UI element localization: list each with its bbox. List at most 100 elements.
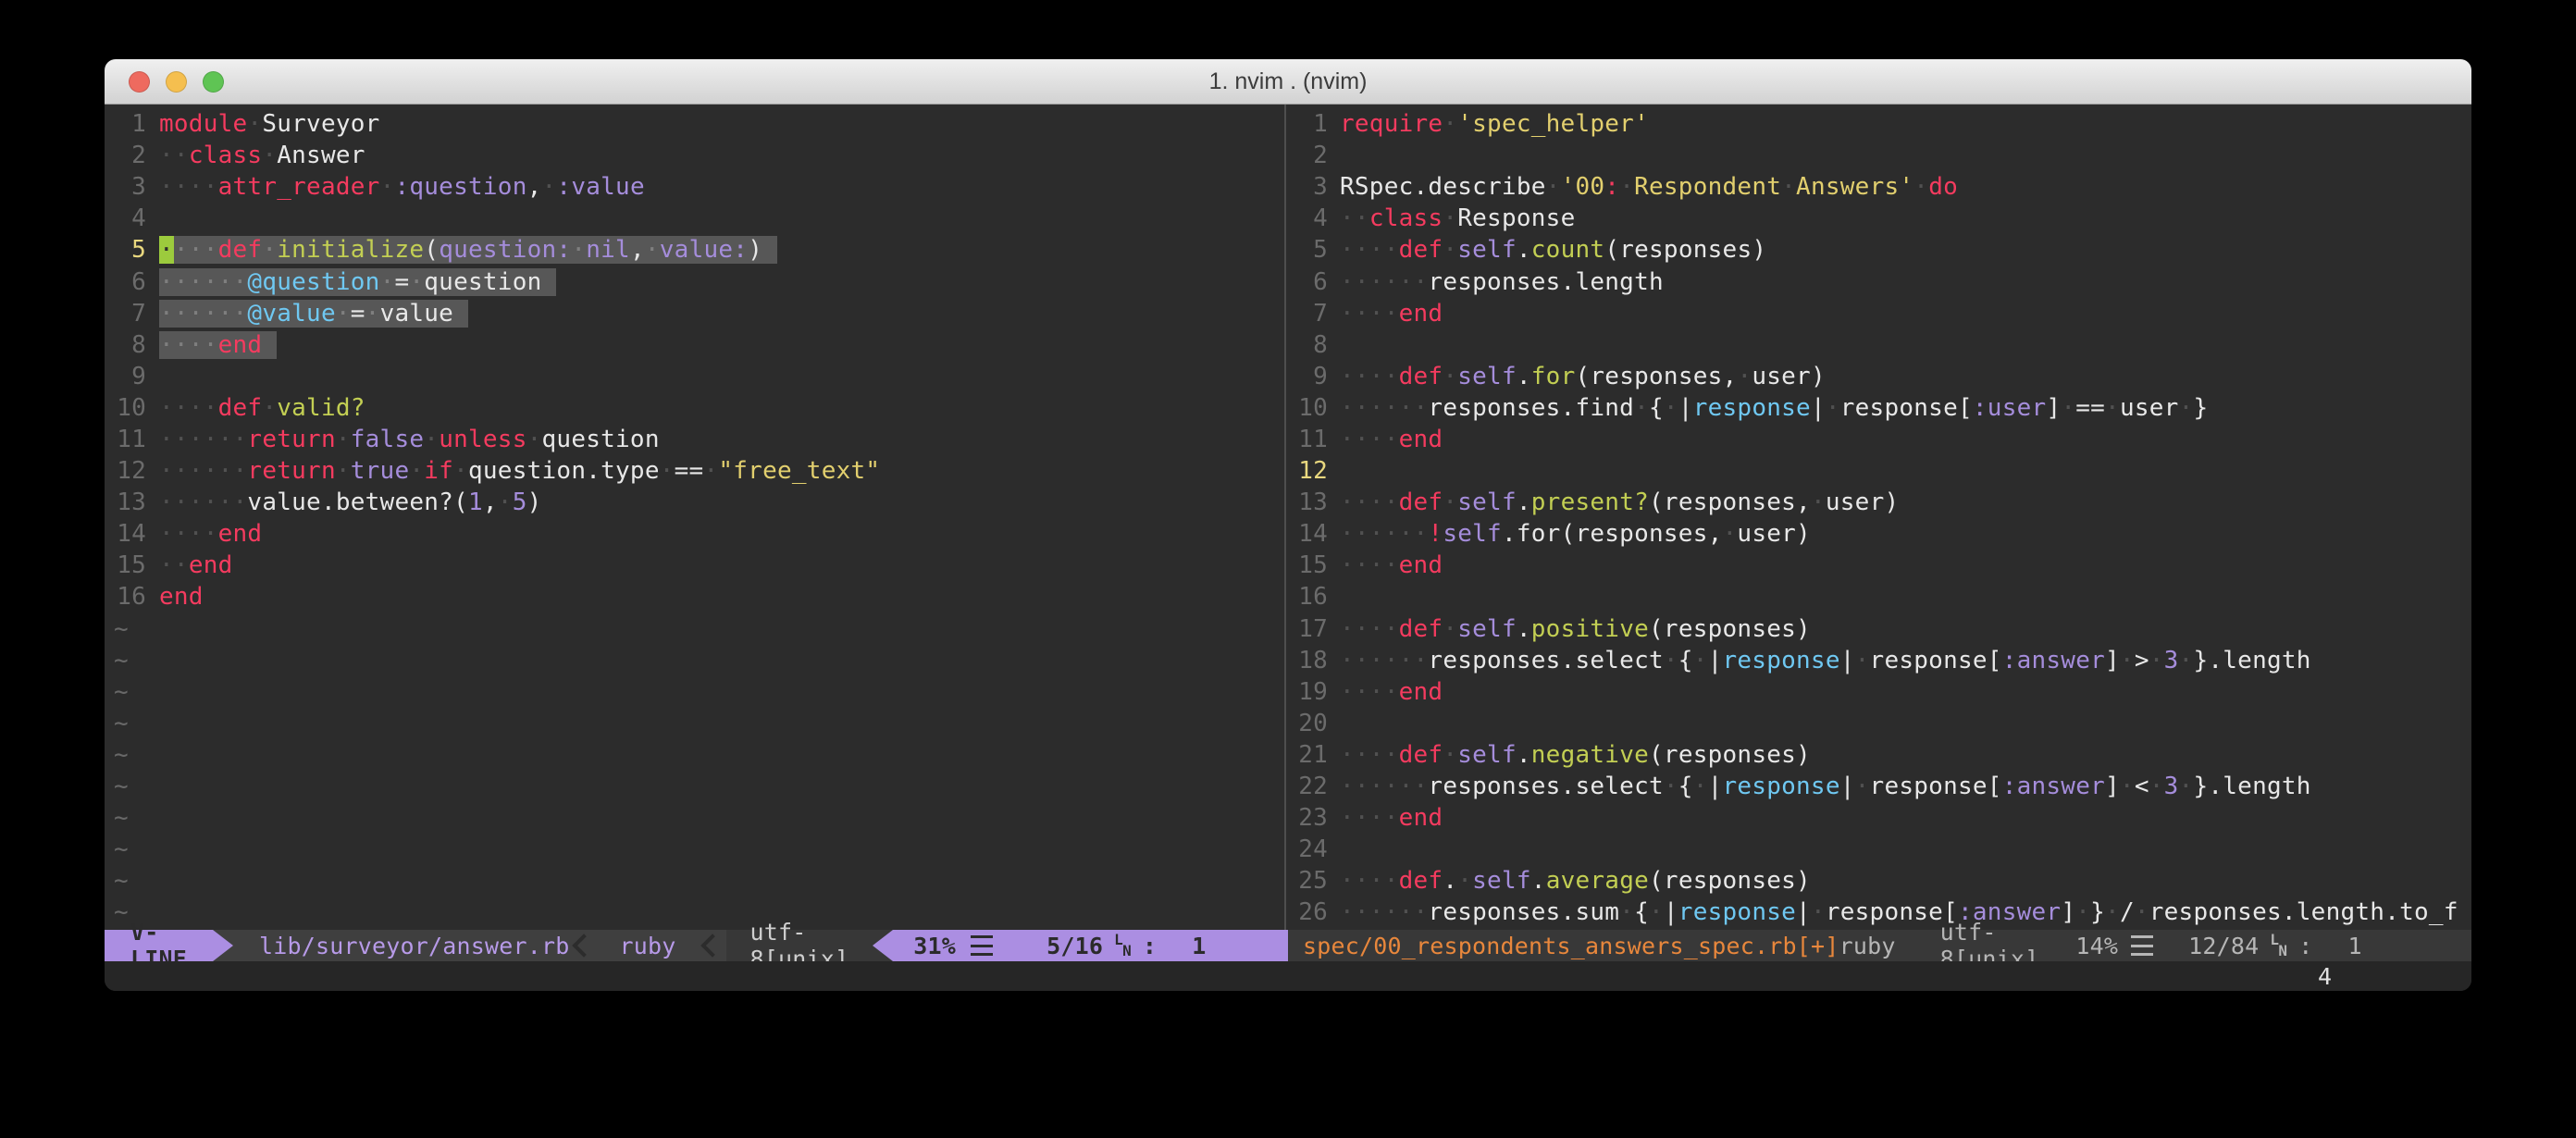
empty-buffer-line: ~: [105, 802, 1284, 834]
empty-buffer-line: ~: [105, 645, 1284, 676]
code-line[interactable]: 3RSpec.describe·'00:·Respondent·Answers'…: [1286, 171, 2471, 203]
ruler-colon: :: [2298, 933, 2312, 959]
powerline-arrow-icon: [873, 930, 893, 961]
position-segment: 31% 5/16 LN : 1: [893, 930, 1335, 961]
right-editor-pane[interactable]: 1require·'spec_helper'23RSpec.describe·'…: [1286, 105, 2471, 930]
code-line[interactable]: 15··end: [105, 550, 1284, 581]
code-line[interactable]: 21····def·self.negative(responses): [1286, 739, 2471, 771]
code-line[interactable]: 14······!self.for(responses,·user): [1286, 518, 2471, 550]
code-line[interactable]: 20: [1286, 708, 2471, 739]
visual-selection: ····end: [159, 331, 277, 359]
code-line[interactable]: 7 ······@value·=·value: [105, 298, 1284, 329]
scroll-percent: 14%: [2075, 933, 2118, 959]
code-line[interactable]: 10····def·valid?: [105, 392, 1284, 424]
chevron-left-icon: [699, 930, 726, 961]
scroll-percent: 31%: [913, 933, 956, 959]
line-number: 7: [105, 300, 146, 328]
line-number: 1: [105, 110, 146, 138]
code-line[interactable]: 13····def·self.present?(responses,·user): [1286, 487, 2471, 518]
line-number: 11: [105, 426, 146, 453]
close-button[interactable]: [129, 71, 150, 93]
code-line[interactable]: 6······responses.length: [1286, 266, 2471, 297]
code-line[interactable]: 6······@question·=·question: [105, 266, 1284, 297]
code-line[interactable]: 15····end: [1286, 550, 2471, 581]
line-number: 9: [1286, 363, 1328, 390]
code-line[interactable]: 7····end: [1286, 298, 2471, 329]
encoding-indicator: utf-8[unix]: [726, 930, 873, 961]
line-number: 6: [1286, 268, 1328, 296]
code-line[interactable]: 8····end: [105, 329, 1284, 361]
empty-buffer-line: ~: [105, 771, 1284, 802]
line-number: 18: [1286, 647, 1328, 674]
code-line[interactable]: 13······value.between?(1,·5): [105, 487, 1284, 518]
line-number: 15: [105, 551, 146, 579]
code-line[interactable]: 19····end: [1286, 676, 2471, 708]
code-line[interactable]: 24: [1286, 834, 2471, 865]
line-number: 10: [105, 394, 146, 422]
code-line[interactable]: 11······return·false·unless·question: [105, 424, 1284, 455]
code-line[interactable]: 16: [1286, 581, 2471, 612]
code-line[interactable]: 2: [1286, 140, 2471, 171]
code-line[interactable]: 8: [1286, 329, 2471, 361]
code-line[interactable]: 9: [105, 361, 1284, 392]
line-number: 6: [105, 268, 146, 296]
inactive-file-path: spec/00_respondents_answers_spec.rb[+]: [1303, 933, 1839, 959]
code-line[interactable]: 12······return·true·if·question.type·==·…: [105, 455, 1284, 487]
code-line[interactable]: 1module·Surveyor: [105, 108, 1284, 140]
minimize-button[interactable]: [166, 71, 187, 93]
code-line[interactable]: 1require·'spec_helper': [1286, 108, 2471, 140]
code-line[interactable]: 9····def·self.for(responses,·user): [1286, 361, 2471, 392]
code-line[interactable]: 4: [105, 203, 1284, 234]
visual-selection: ······@value·=·value: [159, 300, 468, 328]
window-controls: [129, 59, 224, 104]
code-line[interactable]: 10······responses.find·{·|response|·resp…: [1286, 392, 2471, 424]
code-line[interactable]: 23····end: [1286, 802, 2471, 834]
line-number: 9: [105, 363, 146, 390]
code-line[interactable]: 5····def·self.count(responses): [1286, 234, 2471, 266]
line-number: 15: [1286, 551, 1328, 579]
inactive-statusline: spec/00_respondents_answers_spec.rb[+] r…: [1288, 930, 2471, 961]
window-titlebar[interactable]: 1. nvim . (nvim): [105, 59, 2471, 105]
line-number: 14: [1286, 520, 1328, 548]
text-cursor: ·: [159, 236, 174, 264]
code-line[interactable]: 18······responses.select·{·|response|·re…: [1286, 645, 2471, 676]
code-line[interactable]: 3····attr_reader·:question,·:value: [105, 171, 1284, 203]
empty-buffer-line: ~: [105, 865, 1284, 897]
line-number: 20: [1286, 710, 1328, 737]
code-line[interactable]: 16end: [105, 581, 1284, 612]
line-number: 11: [1286, 426, 1328, 453]
line-number: 3: [105, 173, 146, 201]
empty-buffer-line: ~: [105, 708, 1284, 739]
powerline-arrow-icon: [213, 930, 233, 961]
code-line[interactable]: 14····end: [105, 518, 1284, 550]
code-line[interactable]: 25····def.·self.average(responses): [1286, 865, 2471, 897]
code-line[interactable]: 26······responses.sum·{·|response|·respo…: [1286, 897, 2471, 928]
line-number: 5: [105, 236, 146, 264]
line-number: 4: [1286, 204, 1328, 232]
zoom-button[interactable]: [203, 71, 224, 93]
left-editor-pane[interactable]: 1module·Surveyor2··class·Answer3····attr…: [105, 105, 1286, 930]
code-line[interactable]: 17····def·self.positive(responses): [1286, 613, 2471, 645]
mode-indicator: V-LINE: [105, 930, 213, 961]
terminal-window: 1. nvim . (nvim) 1module·Surveyor2··clas…: [105, 59, 2471, 991]
code-line[interactable]: 5····def·initialize(question:·nil,·value…: [105, 234, 1284, 266]
line-number: 13: [1286, 489, 1328, 516]
code-line[interactable]: 12: [1286, 455, 2471, 487]
empty-buffer-line: ~: [105, 676, 1284, 708]
command-line[interactable]: 4: [105, 961, 2471, 991]
code-line[interactable]: 2··class·Answer: [105, 140, 1284, 171]
line-number: 13: [105, 489, 146, 516]
code-line[interactable]: 11····end: [1286, 424, 2471, 455]
line-number: 12: [105, 457, 146, 485]
line-number: 4: [105, 204, 146, 232]
line-position: 12/84: [2188, 933, 2259, 959]
code-line[interactable]: 4··class·Response: [1286, 203, 2471, 234]
line-number: 3: [1286, 173, 1328, 201]
pending-command-count: 4: [2318, 963, 2332, 990]
ruler-colon: :: [1143, 933, 1157, 959]
line-number: 21: [1286, 741, 1328, 769]
line-number: 2: [1286, 142, 1328, 169]
line-number: 8: [1286, 331, 1328, 359]
line-number: 2: [105, 142, 146, 169]
code-line[interactable]: 22······responses.select·{·|response|·re…: [1286, 771, 2471, 802]
